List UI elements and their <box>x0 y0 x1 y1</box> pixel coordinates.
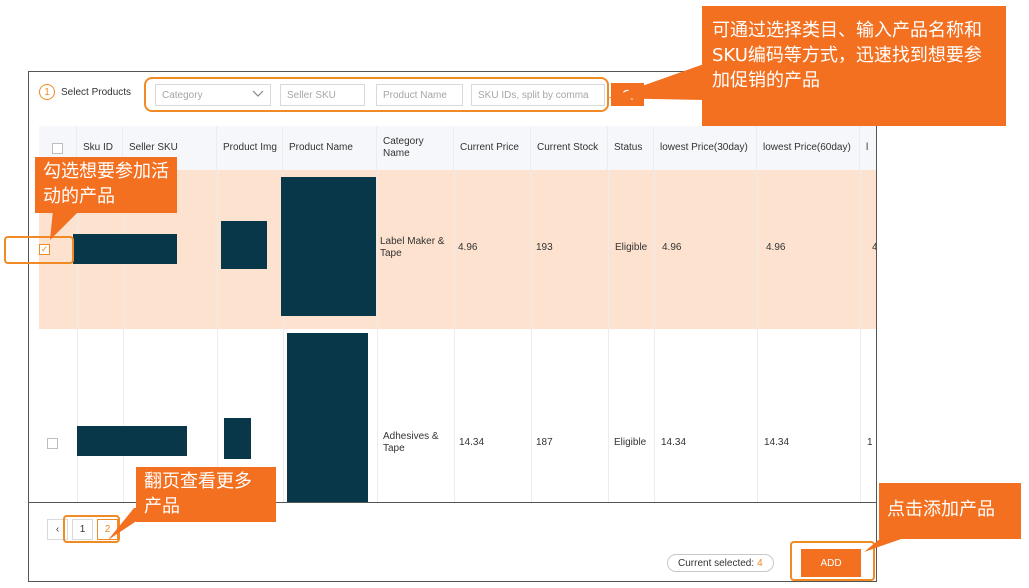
current-selected-label: Current selected: <box>678 557 755 569</box>
header-status: Status <box>608 126 654 170</box>
header-current-price: Current Price <box>454 126 531 170</box>
product-img-redaction <box>221 221 267 269</box>
add-tip-text: 点击添加产品 <box>887 499 995 520</box>
current-stock-cell: 187 <box>536 437 553 448</box>
header-truncated: l <box>860 126 876 170</box>
select-tip-text: 勾选想要参加活动的产品 <box>43 161 169 207</box>
lowest-price-60-cell: 14.34 <box>764 437 790 448</box>
select-all-checkbox[interactable] <box>52 142 63 154</box>
step-indicator: 1 Select Products <box>39 82 131 102</box>
search-tip-callout: 可通过选择类目、输入产品名称和SKU编码等方式，迅速找到想要参加促销的产品 <box>702 6 1006 126</box>
add-tip-callout: 点击添加产品 <box>879 483 1021 539</box>
category-cell: Adhesives & Tape <box>383 431 439 454</box>
current-selected-count: 4 <box>757 557 763 569</box>
sku-redaction <box>77 426 187 456</box>
current-stock-cell: 193 <box>536 242 553 253</box>
truncated-cell: 1 <box>867 437 873 448</box>
product-img-redaction <box>224 418 251 459</box>
header-lowest-price-60: lowest Price(60day) <box>757 126 860 170</box>
step-number: 1 <box>39 84 55 100</box>
header-category-name: Category Name <box>377 126 454 170</box>
step-label: Select Products <box>61 86 132 98</box>
header-product-img: Product Img <box>217 126 283 170</box>
category-cell: Label Maker & Tape <box>380 236 445 259</box>
select-tip-callout: 勾选想要参加活动的产品 <box>35 157 177 213</box>
search-callout-arrow <box>608 64 704 100</box>
filters-highlight <box>144 77 609 112</box>
header-lowest-price-30: lowest Price(30day) <box>654 126 757 170</box>
current-price-cell: 14.34 <box>459 437 485 448</box>
page-tip-callout: 翻页查看更多产品 <box>136 467 276 522</box>
product-name-redaction <box>287 333 368 502</box>
lowest-price-60-cell: 4.96 <box>766 242 786 253</box>
header-current-stock: Current Stock <box>531 126 608 170</box>
truncated-cell: 4 <box>872 242 876 254</box>
status-cell: Eligible <box>615 242 648 253</box>
header-product-name: Product Name <box>283 126 377 170</box>
row-checkbox[interactable] <box>47 438 58 449</box>
search-tip-text: 可通过选择类目、输入产品名称和SKU编码等方式，迅速找到想要参加促销的产品 <box>712 20 982 91</box>
current-price-cell: 4.96 <box>458 242 478 253</box>
lowest-price-30-cell: 4.96 <box>662 242 682 253</box>
page-tip-text: 翻页查看更多产品 <box>144 471 252 517</box>
product-name-redaction <box>281 177 376 316</box>
current-selected-badge: Current selected: 4 <box>667 554 774 572</box>
lowest-price-30-cell: 14.34 <box>661 437 687 448</box>
status-cell: Eligible <box>614 437 647 448</box>
